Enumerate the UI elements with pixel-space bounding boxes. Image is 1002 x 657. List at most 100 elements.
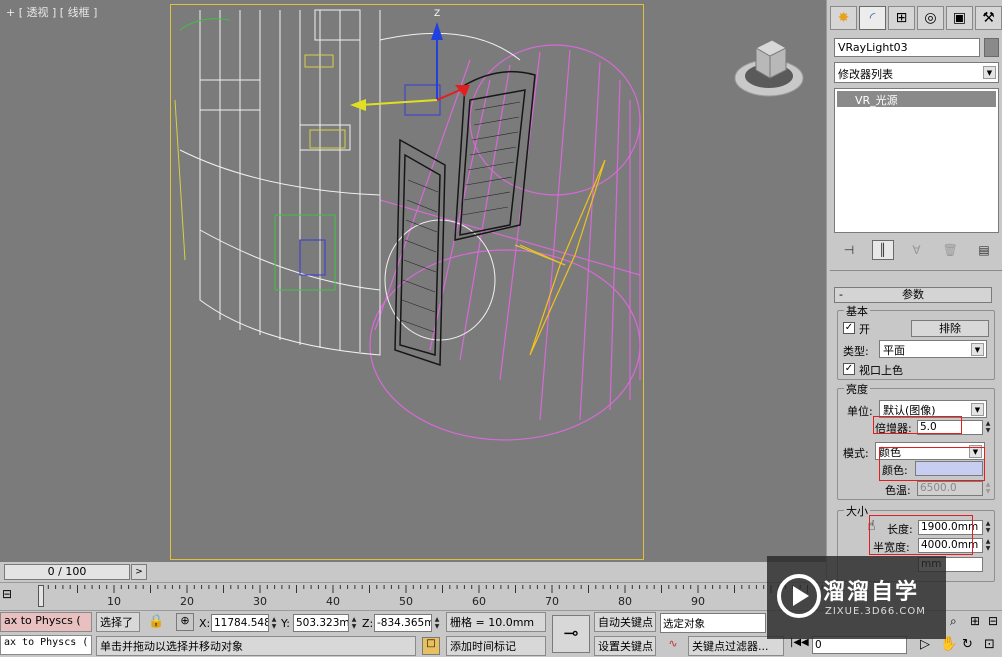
key-filters-button[interactable]: 关键点过滤器... xyxy=(688,636,784,656)
absolute-mode-icon[interactable]: ⊕ xyxy=(176,613,194,631)
ruler-tick-label: 30 xyxy=(253,595,267,608)
set-key-button[interactable]: 设置关键点 xyxy=(594,636,656,656)
intensity-group-title: 亮度 xyxy=(844,381,870,397)
mode-label: 模式: xyxy=(843,447,869,460)
remove-modifier-icon[interactable]: 🗑 xyxy=(939,240,961,260)
modifier-list-dropdown[interactable]: 修改器列表 ▼ xyxy=(834,62,999,83)
hierarchy-tab-icon[interactable]: ⊞ xyxy=(888,6,915,30)
prompt-line: 单击并拖动以选择并移动对象 xyxy=(96,636,416,656)
multiplier-spinner[interactable]: ▲ ▼ xyxy=(984,420,992,435)
x-coordinate-field[interactable]: 11784.548 xyxy=(211,614,269,632)
utilities-tab-icon[interactable]: ⚒ xyxy=(975,6,1002,30)
ruler-tick-label: 40 xyxy=(326,595,340,608)
mode-color-highlight xyxy=(879,447,985,481)
ruler-tick-label: 50 xyxy=(399,595,413,608)
zoom-icon[interactable]: ⌕ xyxy=(950,614,957,629)
stack-item-vray-light[interactable]: VR_光源 xyxy=(837,91,996,107)
multiplier-highlight xyxy=(873,416,962,434)
x-spinner[interactable]: ▲ ▼ xyxy=(270,616,278,631)
pin-stack-icon[interactable]: ⊣ xyxy=(838,240,860,260)
make-unique-icon[interactable]: ∀ xyxy=(906,240,928,260)
z-coordinate-field[interactable]: -834.365m xyxy=(374,614,432,632)
play-icon[interactable]: ▷ xyxy=(920,637,930,652)
set-key-icon[interactable]: ⊸ xyxy=(552,615,590,653)
maximize-viewport-icon[interactable]: ⊡ xyxy=(984,637,995,652)
type-dropdown[interactable]: 平面 ▼ xyxy=(879,340,987,358)
z-spinner[interactable]: ▲ ▼ xyxy=(433,616,441,631)
zoom-extents-icon[interactable]: ⊞ xyxy=(970,614,980,628)
display-tab-icon[interactable]: ▣ xyxy=(946,6,973,30)
type-value: 平面 xyxy=(883,344,905,357)
add-time-tag-button[interactable]: 添加时间标记 xyxy=(446,636,546,656)
params-title: 参数 xyxy=(902,288,924,301)
ruler-tick-label: 70 xyxy=(545,595,559,608)
lock-icon[interactable]: 🔒 xyxy=(148,614,164,629)
maxscript-output[interactable]: ax to Physcs ( xyxy=(0,635,92,655)
watermark-title: 溜溜自学 xyxy=(823,580,920,605)
temperature-spinner: ▲ ▼ xyxy=(985,481,991,495)
configure-sets-icon[interactable]: ▤ xyxy=(973,240,995,260)
safe-frame xyxy=(170,4,644,560)
collapse-icon: - xyxy=(839,288,843,301)
selection-status: 选择了 xyxy=(96,612,140,632)
chevron-down-icon: ▼ xyxy=(983,66,996,79)
viewcube[interactable] xyxy=(732,30,806,100)
modify-tab-icon[interactable]: ◜ xyxy=(859,6,886,30)
modifier-list-label: 修改器列表 xyxy=(838,68,893,81)
maxscript-output-text: ax to Physcs ( xyxy=(4,637,89,648)
track-bar[interactable]: 0102030405060708090 ⊟ xyxy=(0,582,826,610)
width-spinner[interactable]: ▲ ▼ xyxy=(984,538,992,553)
y-spinner[interactable]: ▲ ▼ xyxy=(350,616,358,631)
size-group-title: 大小 xyxy=(844,503,870,519)
viewport-color-checkbox[interactable]: ✓ xyxy=(843,363,855,375)
perspective-viewport[interactable]: Z + [ 透视 ] [ 线框 ] xyxy=(0,0,826,562)
chevron-down-icon: ▼ xyxy=(971,343,984,356)
size-highlight xyxy=(869,515,973,555)
time-next-button[interactable]: > xyxy=(131,564,147,580)
exclude-button[interactable]: 排除 xyxy=(911,320,989,337)
x-label: X: xyxy=(199,617,211,630)
time-tag-icon[interactable]: □ xyxy=(422,637,440,655)
auto-key-button[interactable]: 自动关键点 xyxy=(594,612,656,632)
temperature-label: 色温: xyxy=(885,484,911,497)
params-rollout-header[interactable]: - 参数 xyxy=(834,287,992,303)
command-panel-tabs: ✸ ◜ ⊞ ◎ ▣ ⚒ xyxy=(830,6,1002,30)
maxscript-listener[interactable]: ax to Physcs ( xyxy=(0,612,92,632)
viewport-color-label: 视口上色 xyxy=(859,364,903,377)
chevron-down-icon: ▼ xyxy=(971,403,984,416)
track-bar-toggle-icon[interactable]: ⊟ xyxy=(2,587,20,605)
object-name-field[interactable]: VRayLight03 xyxy=(834,38,980,57)
ruler-tick-label: 20 xyxy=(180,595,194,608)
stack-buttons: ⊣ ║ ∀ 🗑 ▤ xyxy=(834,238,999,262)
show-end-result-icon[interactable]: ║ xyxy=(871,240,894,260)
light-on-checkbox[interactable]: ✓ xyxy=(843,322,855,334)
watermark-logo-icon xyxy=(777,574,821,618)
command-panel: ✸ ◜ ⊞ ◎ ▣ ⚒ VRayLight03 修改器列表 ▼ VR_光源 ⊣ … xyxy=(826,0,1002,582)
zoom-all-icon[interactable]: ⊟ xyxy=(988,614,998,628)
orbit-icon[interactable]: ↻ xyxy=(962,637,973,652)
ruler-tick-label: 80 xyxy=(618,595,632,608)
type-label: 类型: xyxy=(843,345,869,358)
modifier-stack[interactable]: VR_光源 xyxy=(834,88,999,233)
unit-label: 单位: xyxy=(847,405,873,418)
z-label: Z: xyxy=(362,617,374,630)
y-label: Y: xyxy=(281,617,290,630)
watermark-subtitle: ZIXUE.3D66.COM xyxy=(825,606,926,617)
light-on-label: 开 xyxy=(859,323,870,336)
temperature-field: 6500.0 xyxy=(917,481,983,496)
grid-status: 栅格 = 10.0mm xyxy=(446,612,546,632)
selection-set-dropdown[interactable]: 选定对象 xyxy=(660,613,766,633)
create-tab-icon[interactable]: ✸ xyxy=(830,6,857,30)
y-coordinate-field[interactable]: 503.323mm xyxy=(293,614,349,632)
time-slider-bar: 0 / 100 > xyxy=(0,562,826,582)
viewport-label[interactable]: + [ 透视 ] [ 线框 ] xyxy=(6,4,97,20)
object-color-swatch[interactable] xyxy=(984,38,999,57)
ruler-tick-label: 60 xyxy=(472,595,486,608)
frame-marker[interactable] xyxy=(38,585,44,607)
curve-editor-icon[interactable]: ∿ xyxy=(662,637,684,655)
length-spinner[interactable]: ▲ ▼ xyxy=(984,520,992,535)
time-slider[interactable]: 0 / 100 xyxy=(4,564,130,580)
motion-tab-icon[interactable]: ◎ xyxy=(917,6,944,30)
ruler-tick-label: 10 xyxy=(107,595,121,608)
basic-group-title: 基本 xyxy=(844,303,870,319)
